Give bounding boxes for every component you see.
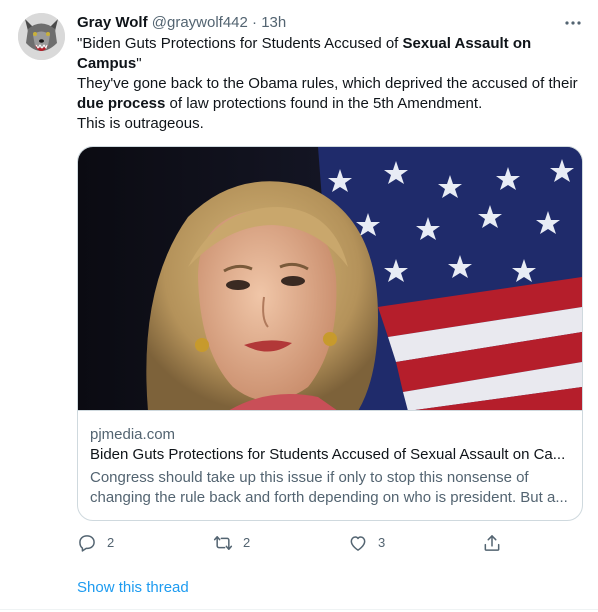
avatar[interactable] <box>18 13 65 60</box>
text-bold-segment: Sexual Assault on <box>402 35 532 52</box>
text-bold-segment: due process <box>77 95 166 112</box>
like-button[interactable]: 3 <box>348 531 385 555</box>
reply-count: 2 <box>107 535 115 550</box>
reply-icon <box>79 535 95 552</box>
divider <box>0 609 598 610</box>
text-segment: " <box>136 55 142 72</box>
tweet-text-line: "Biden Guts Protections for Students Acc… <box>77 34 587 54</box>
link-card[interactable]: pjmedia.com Biden Guts Protections for S… <box>77 146 583 521</box>
card-description-line: changing the rule back and forth dependi… <box>90 489 568 506</box>
card-image[interactable] <box>78 147 582 411</box>
retweet-count: 2 <box>243 535 251 550</box>
card-domain: pjmedia.com <box>90 426 176 443</box>
card-title: Biden Guts Protections for Students Accu… <box>90 446 566 463</box>
retweet-button[interactable]: 2 <box>213 531 250 555</box>
heart-icon <box>350 536 366 551</box>
tweet-actions: 2 2 3 <box>77 531 517 555</box>
card-photo <box>78 147 582 410</box>
tweet-text-line: This is outrageous. <box>77 115 204 132</box>
retweet-icon <box>213 536 233 550</box>
share-icon <box>484 535 500 551</box>
tweet[interactable]: Gray Wolf @graywolf442 · 13h "Biden Guts… <box>0 0 598 612</box>
tweet-text: "Biden Guts Protections for Students Acc… <box>77 34 587 134</box>
tweet-text-line: due process of law protections found in … <box>77 94 587 114</box>
tweet-text-line: They've gone back to the Obama rules, wh… <box>77 75 578 92</box>
text-segment: of law protections found in the 5th Amen… <box>165 95 483 112</box>
handle-and-time[interactable]: @graywolf442 · 13h <box>152 14 286 31</box>
show-thread-link[interactable]: Show this thread <box>77 578 189 598</box>
like-count: 3 <box>378 535 386 550</box>
more-icon <box>565 21 581 25</box>
text-bold-segment: Campus <box>77 55 137 72</box>
share-button[interactable] <box>482 531 502 555</box>
wolf-avatar-image <box>18 13 65 60</box>
more-button[interactable] <box>562 12 584 34</box>
reply-button[interactable]: 2 <box>77 531 114 555</box>
author-name[interactable]: Gray Wolf <box>77 14 148 31</box>
card-description-line: Congress should take up this issue if on… <box>90 469 529 486</box>
tweet-text-line: Campus" <box>77 54 587 74</box>
tweet-header: Gray Wolf @graywolf442 · 13h <box>77 13 286 33</box>
text-segment: "Biden Guts Protections for Students Acc… <box>77 35 403 52</box>
card-description: Congress should take up this issue if on… <box>90 468 570 508</box>
